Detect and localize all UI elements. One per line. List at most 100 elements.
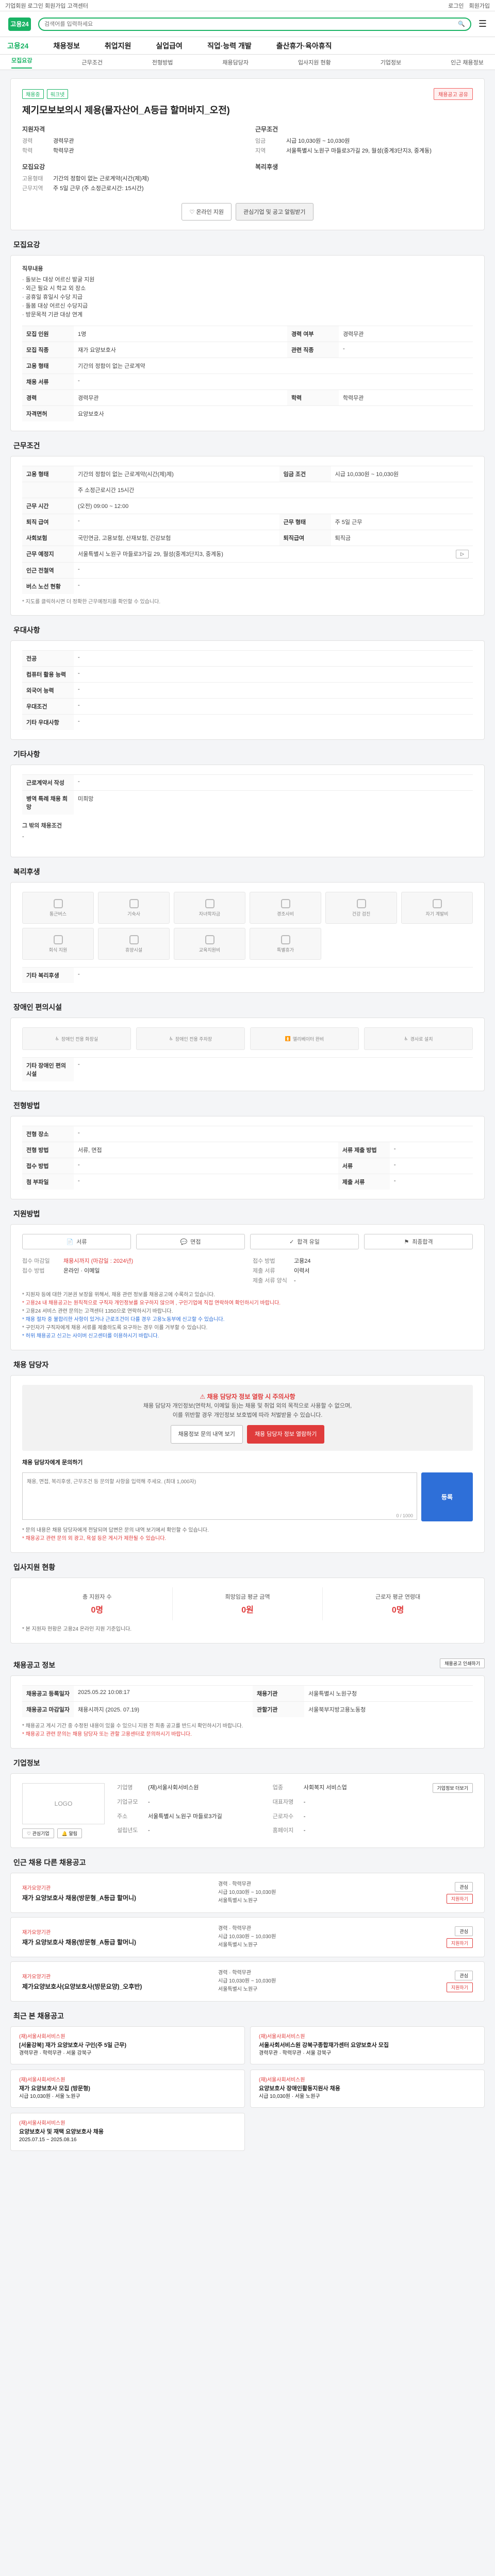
apply-section-title: 지원방법 [13, 1210, 40, 1218]
nav-parental-leave[interactable]: 출산휴가·육아휴직 [276, 41, 332, 51]
map-view-button[interactable]: ▷ [456, 550, 469, 558]
summary-key: 학력 [22, 148, 33, 154]
interest-alert-button[interactable]: 관심기업 및 공고 알림받기 [236, 203, 314, 221]
viewed-title[interactable]: 서울사회서비스원 강북구종합재가센터 요양보호사 모집 [259, 2041, 476, 2049]
interview-icon: 💬 [180, 1239, 188, 1245]
menu-icon[interactable]: ☰ [478, 19, 487, 29]
company-more-button[interactable]: 기업정보 더보기 [432, 1783, 473, 1793]
search-icon[interactable]: 🔍 [458, 21, 465, 27]
related-apply-button[interactable]: 지원하기 [446, 1938, 473, 1948]
tab-recruit[interactable]: 모집요강 [11, 56, 32, 69]
duty-title: 직무내용 [22, 266, 43, 272]
viewed-job-card[interactable]: (재)서울사회서비스원 재가 요양보호사 모집 (방문형) 시급 10,030원… [10, 2070, 245, 2108]
join-link[interactable]: 회원가입 [469, 2, 490, 10]
viewed-job-card[interactable]: (재)서울사회서비스원 요양보호사 및 재택 요양보호사 채용 2025.07.… [10, 2113, 245, 2151]
inquiry-textarea[interactable] [22, 1472, 417, 1520]
company-key: 근로자수 [272, 1813, 294, 1820]
company-alarm-label: 알림 [69, 1831, 78, 1836]
row-key: 모집 인원 [22, 326, 74, 342]
tab-manager[interactable]: 채용담당자 [222, 58, 249, 66]
welfare-empty [401, 928, 473, 960]
company-interest-label: 관심기업 [32, 1831, 50, 1836]
table-row: 사회보험 국민연금, 고용보험, 산재보험, 건강보험 퇴직급여 퇴직금 [22, 530, 473, 546]
stat-value: 0명 [391, 1606, 404, 1615]
viewed-title[interactable]: [서울강북] 재가 요양보호사 구인(주 5일 근무) [19, 2041, 236, 2049]
row-key: 병역 특례 채용 희망 [22, 790, 74, 815]
nav-home[interactable]: 고용24 [7, 41, 28, 51]
manager-desc: 이를 위반할 경우 개인정보 보호법에 따라 처벌받을 수 있습니다. [172, 1412, 323, 1418]
tab-nearby[interactable]: 인근 채용정보 [451, 58, 484, 66]
manager-card: ⚠ 채용 담당자 정보 열람 시 주의사항 채용 담당자 개인정보(연락처, 이… [10, 1375, 485, 1553]
nav-unemployment-benefit[interactable]: 실업급여 [156, 41, 183, 51]
related-title[interactable]: 제가요양보호사(요양보호사(방문요양)_오후반) [22, 1982, 218, 1991]
nav-job-training[interactable]: 직업·능력 개발 [207, 41, 252, 51]
viewed-title[interactable]: 요양보호사 장애인활동지원사 채용 [259, 2084, 476, 2093]
apply-online-button[interactable]: ♡ 온라인 지원 [182, 203, 232, 221]
nav-jobs[interactable]: 채용정보 [53, 41, 80, 51]
tab-work[interactable]: 근무조건 [81, 58, 102, 66]
viewed-title[interactable]: 요양보호사 및 재택 요양보호사 채용 [19, 2128, 236, 2136]
welfare-item: 건강 검진 [325, 892, 397, 924]
site-logo[interactable]: 고용24 [8, 17, 31, 31]
main-nav: 고용24 채용정보 취업지원 실업급여 직업·능력 개발 출산휴가·육아휴직 [0, 37, 495, 55]
tab-company[interactable]: 기업정보 [381, 58, 401, 66]
viewed-job-card[interactable]: (재)서울사회서비스원 서울사회서비스원 강북구종합재가센터 요양보호사 모집 … [250, 2026, 485, 2064]
table-row: 근무 예정지 서울특별시 노원구 마들로3가길 29, 월성(중계3단지3, 중계… [22, 546, 473, 563]
welfare-section-title: 복리후생 [13, 868, 40, 876]
related-title[interactable]: 재가 요양보호사 채용(방문형_A등급 할머니) [22, 1938, 218, 1946]
duty-line: · 외근 필요 시 학교 외 장소 [22, 285, 86, 292]
summary-right: 근무조건 임금 시급 10,030원 ~ 10,030원 지역 서울특별시 노원구 … [255, 125, 473, 194]
summary-row: 경력 경력무관 [22, 137, 240, 146]
row-value: - [74, 1158, 338, 1174]
inquiry-history-button[interactable]: 채용정보 문의 내역 보기 [170, 1425, 243, 1444]
print-button[interactable]: 채용공고 인쇄하기 [440, 1658, 485, 1668]
related-job-card[interactable]: 재가요양기관 재가 요양보호사 채용(방문형_A등급 할머니) 경력 · 학력무… [10, 1917, 485, 1957]
row-value: 시급 10,030원 ~ 10,030원 [331, 466, 473, 482]
row-key: 기타 복리후생 [22, 967, 74, 983]
company-value: 사회복지 서비스업 [303, 1785, 347, 1791]
related-title[interactable]: 재가 요양보호사 채용(방문형_A등급 할머니) [22, 1893, 218, 1902]
viewed-grid: (재)서울사회서비스원 [서울강북] 재가 요양보호사 구인(주 5일 근무) … [10, 2026, 485, 2151]
related-interest-button[interactable]: 관심 [455, 1971, 473, 1980]
summary-value: 주 5일 근무 (주 소정근로시간: 15시간) [53, 185, 144, 192]
row-value: 재가 요양보호사 [74, 342, 287, 358]
row-value: - [74, 967, 473, 983]
related-job-card[interactable]: 재가요양기관 제가요양보호사(요양보호사(방문요양)_오후반) 경력 · 학력무… [10, 1961, 485, 2002]
company-alarm-button[interactable]: 🔔 알림 [57, 1828, 82, 1838]
nav-employment-support[interactable]: 취업지원 [105, 41, 131, 51]
search-input[interactable] [44, 21, 458, 27]
viewed-title[interactable]: 재가 요양보호사 모집 (방문형) [19, 2084, 236, 2093]
view-manager-button[interactable]: 채용 담당자 정보 열람하기 [246, 1425, 325, 1444]
apply-value: 채용시까지 (마감일 : 2024년) [63, 1258, 134, 1264]
related-job-card[interactable]: 재가요양기관 재가 요양보호사 채용(방문형_A등급 할머니) 경력 · 학력무… [10, 1873, 485, 1913]
viewed-job-card[interactable]: (재)서울사회서비스원 요양보호사 장애인활동지원사 채용 시급 10,030원… [250, 2070, 485, 2108]
bus-icon [53, 899, 63, 908]
related-interest-button[interactable]: 관심 [455, 1926, 473, 1936]
row-key: 제출 서류 [338, 1174, 390, 1190]
register-button[interactable]: 등록 [421, 1472, 473, 1521]
status-badge: 채용중 [22, 89, 44, 99]
tab-selection[interactable]: 전형방법 [152, 58, 173, 66]
row-key: 버스 노선 현황 [22, 578, 74, 594]
related-interest-button[interactable]: 관심 [455, 1882, 473, 1892]
apply-notes: * 지원자 등에 대한 기본권 보장을 위해서, 채용 관련 정보를 채용공고에… [22, 1291, 473, 1341]
related-apply-button[interactable]: 지원하기 [446, 1982, 473, 1992]
main-content: 채용중 워크넷 채용공고 공유 제기모보보의시 제용(물자산어_A등급 할머바지… [10, 78, 485, 2161]
welfare-item: 교육지원비 [174, 928, 245, 960]
company-interest-button[interactable]: ♡ 관심기업 [22, 1828, 54, 1838]
viewed-info: 경력무관 · 학력무관 · 서울 강북구 [19, 2050, 92, 2056]
welfare-label: 교육지원비 [199, 947, 221, 953]
manager-warn: ⚠ 채용 담당자 정보 열람 시 주의사항 [29, 1392, 466, 1401]
company-actions: ♡ 관심기업 🔔 알림 [22, 1828, 105, 1838]
related-apply-button[interactable]: 지원하기 [446, 1894, 473, 1904]
etc-extra-title: 그 밖의 채용조건 [22, 823, 62, 829]
viewed-job-card[interactable]: (재)서울사회서비스원 [서울강북] 재가 요양보호사 구인(주 5일 근무) … [10, 2026, 245, 2064]
welfare-item: 특별휴가 [250, 928, 321, 960]
related-company: 재가요양기관 [22, 1930, 51, 1936]
share-button[interactable]: 채용공고 공유 [434, 88, 473, 100]
row-key: 근무 형태 [279, 514, 331, 530]
elevator-icon: ⏫ [285, 1036, 291, 1041]
login-link[interactable]: 로그인 [448, 2, 464, 10]
tab-apply-status[interactable]: 입사지원 현황 [298, 58, 331, 66]
etc-table: 근로계약서 작성 - 병역 특례 채용 희망 미희망 [22, 774, 473, 815]
